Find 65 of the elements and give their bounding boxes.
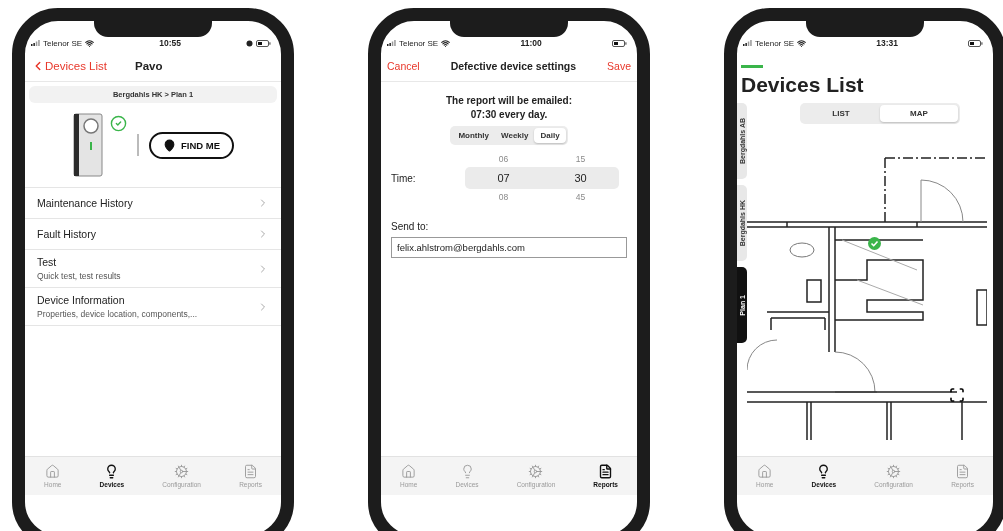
gear-icon [886, 464, 902, 479]
carrier-name: Telenor SE [399, 38, 439, 48]
battery-icon [968, 39, 983, 47]
home-icon [45, 464, 61, 479]
picker-value: 45 [575, 191, 586, 204]
summary-text: 07:30 every day. [469, 108, 549, 122]
time-picker[interactable]: 06 07 08 15 30 45 [465, 151, 619, 205]
document-icon [955, 464, 970, 479]
menu-row-title: Device Information [37, 294, 126, 306]
carrier-name: Telenor SE [43, 38, 83, 48]
accent-bar [741, 65, 763, 68]
picker-selected-value: 30 [574, 171, 587, 186]
document-icon [243, 464, 258, 479]
view-toggle-option[interactable]: LIST [802, 105, 880, 122]
email-field[interactable]: felix.ahlstrom@bergdahls.com [391, 237, 627, 258]
menu-row-subtitle: Properties, device location, components,... [37, 309, 198, 319]
frequency-option[interactable]: Daily [534, 128, 566, 143]
wifi-icon [85, 38, 95, 48]
frequency-option[interactable]: Monthly [452, 128, 496, 143]
frequency-option[interactable]: Weekly [495, 128, 535, 143]
menu-row[interactable]: Test Quick test, test results [25, 250, 281, 288]
picker-value: 15 [575, 153, 586, 166]
menu-row-subtitle: Quick test, test results [37, 271, 121, 281]
status-time: 11:00 [520, 38, 542, 48]
carrier-name: Telenor SE [755, 38, 795, 48]
picker-value: 08 [498, 191, 509, 204]
signal-icon [743, 40, 752, 46]
menu-row-title: Fault History [37, 228, 96, 240]
screen-title: Devices List [741, 73, 865, 97]
document-icon [598, 464, 614, 479]
screen-title: Pavo [135, 60, 163, 72]
status-time: 13:31 [876, 38, 898, 48]
status-time: 10:55 [159, 38, 181, 48]
gear-icon [174, 464, 190, 479]
picker-selected-value: 07 [497, 171, 510, 186]
cancel-link[interactable]: Cancel [387, 60, 420, 72]
screen-title: Defective device settings [450, 60, 577, 72]
send-to-label: Send to: [391, 221, 430, 232]
summary-text: The report will be emailed: [444, 94, 574, 108]
signal-icon [387, 40, 396, 46]
menu-row[interactable]: Maintenance History [25, 188, 281, 219]
fullscreen-icon[interactable] [949, 387, 965, 403]
battery-icon [612, 39, 627, 47]
time-label: Time: [391, 172, 417, 184]
menu-row-title: Maintenance History [37, 197, 133, 209]
check-marker-icon [868, 237, 881, 250]
signal-icon [31, 40, 40, 46]
device-drawing [71, 112, 104, 178]
picker-value: 06 [498, 153, 509, 166]
wifi-icon [441, 38, 451, 48]
home-icon [401, 464, 417, 479]
menu-row-title: Test [37, 256, 58, 268]
wifi-icon [797, 38, 807, 48]
view-toggle-option[interactable]: MAP [880, 105, 958, 122]
menu-row[interactable]: Device Information Properties, device location, components,... [25, 288, 281, 326]
menu-row[interactable]: Fault History [25, 219, 281, 250]
back-link[interactable]: Devices List [31, 59, 107, 73]
save-link[interactable]: Save [607, 60, 631, 72]
home-icon [757, 464, 773, 479]
gear-icon [528, 464, 544, 479]
battery-icon [256, 39, 271, 47]
map-pin-icon [162, 138, 176, 152]
alarm-icon [246, 39, 253, 47]
check-circle-icon [109, 115, 127, 132]
find-me-button[interactable]: FIND ME [148, 131, 235, 159]
